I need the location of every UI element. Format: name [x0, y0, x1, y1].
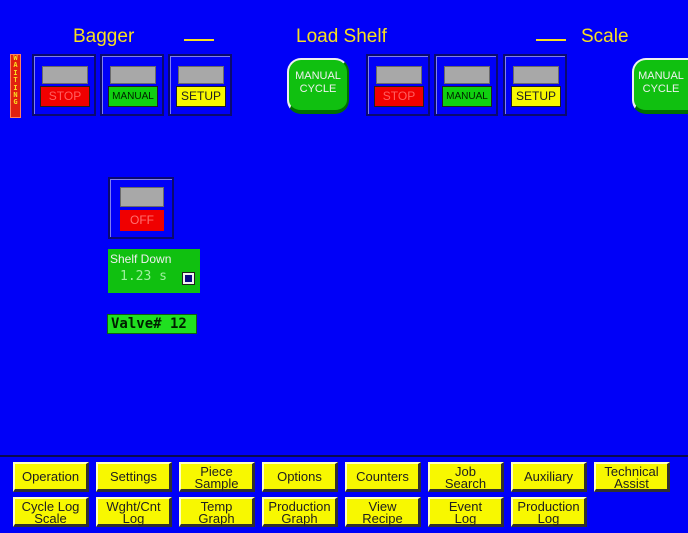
header-divider	[536, 39, 566, 41]
bagger-stop-cell: STOP	[32, 54, 96, 116]
nav-event-log-button[interactable]: Event Log	[428, 497, 504, 527]
nav-production-log-button[interactable]: Production Log	[511, 497, 587, 527]
nav-settings-button[interactable]: Settings	[96, 462, 172, 492]
status-lamp	[513, 66, 559, 84]
cycle-label-line1: MANUAL	[295, 70, 341, 82]
nav-piece-sample-button[interactable]: Piece Sample	[179, 462, 255, 492]
header-title-scale: Scale	[581, 26, 629, 47]
cycle-label-line2: CYCLE	[642, 83, 680, 95]
bottom-nav: Operation Settings Piece Sample Options …	[0, 455, 688, 533]
bagger-manual-cycle-button[interactable]: MANUAL CYCLE	[287, 58, 349, 114]
nav-view-recipe-button[interactable]: View Recipe	[345, 497, 421, 527]
bagger-manual-cell: MANUAL	[100, 54, 164, 116]
status-lamp	[444, 66, 490, 84]
nav-technical-assist-button[interactable]: Technical Assist	[594, 462, 670, 492]
bagger-stop-button[interactable]: STOP	[40, 86, 90, 107]
shelf-down-adjust-icon[interactable]	[182, 272, 195, 285]
nav-counters-button[interactable]: Counters	[345, 462, 421, 492]
status-lamp	[42, 66, 88, 84]
shelf-off-cell: OFF	[108, 177, 174, 239]
nav-job-search-button[interactable]: Job Search	[428, 462, 504, 492]
nav-wght-cnt-log-button[interactable]: Wght/Cnt Log	[96, 497, 172, 527]
status-lamp	[178, 66, 224, 84]
header-divider	[184, 39, 214, 41]
waiting-status-strip: W A I T I N G	[10, 54, 21, 118]
shelf-stop-cell: STOP	[366, 54, 430, 116]
status-lamp	[120, 187, 164, 207]
header-title-bagger: Bagger	[73, 26, 135, 47]
header-title-load-shelf: Load Shelf	[296, 26, 387, 47]
shelf-stop-button[interactable]: STOP	[374, 86, 424, 107]
shelf-manual-cell: MANUAL	[434, 54, 498, 116]
cycle-label-line2: CYCLE	[299, 83, 337, 95]
shelf-manual-button[interactable]: MANUAL	[442, 86, 492, 107]
shelf-down-value: 1.23 s	[120, 269, 167, 284]
waiting-label: W A I T I N G	[13, 54, 18, 107]
bagger-manual-button[interactable]: MANUAL	[108, 86, 158, 107]
cycle-label-line1: MANUAL	[638, 70, 684, 82]
shelf-setup-button[interactable]: SETUP	[511, 86, 561, 107]
status-lamp	[110, 66, 156, 84]
nav-auxiliary-button[interactable]: Auxiliary	[511, 462, 587, 492]
nav-temp-graph-button[interactable]: Temp Graph	[179, 497, 255, 527]
shelf-down-label: Shelf Down	[110, 252, 172, 266]
nav-cycle-log-scale-button[interactable]: Cycle Log Scale	[13, 497, 89, 527]
nav-production-graph-button[interactable]: Production Graph	[262, 497, 338, 527]
bagger-setup-cell: SETUP	[168, 54, 232, 116]
scale-manual-cycle-button[interactable]: MANUAL CYCLE	[632, 58, 688, 114]
bagger-setup-button[interactable]: SETUP	[176, 86, 226, 107]
nav-operation-button[interactable]: Operation	[13, 462, 89, 492]
valve-label: Valve# 12	[107, 314, 197, 334]
shelf-down-panel: Shelf Down 1.23 s	[108, 249, 200, 293]
shelf-setup-cell: SETUP	[503, 54, 567, 116]
nav-options-button[interactable]: Options	[262, 462, 338, 492]
status-lamp	[376, 66, 422, 84]
shelf-off-button[interactable]: OFF	[120, 210, 164, 231]
